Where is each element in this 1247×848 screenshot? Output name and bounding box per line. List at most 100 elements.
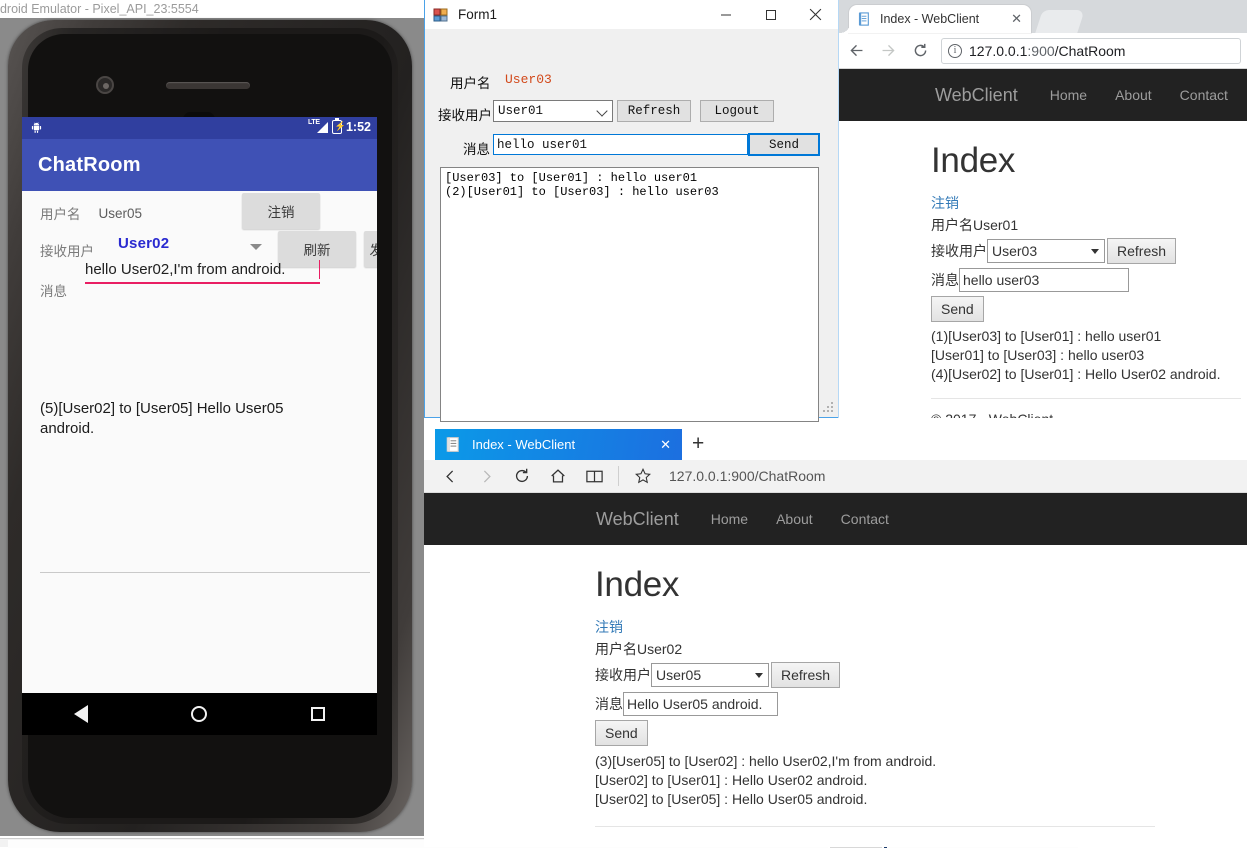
chatroom-app-body: 用户名 User05 注销 接收用户 User02 刷新 发送 消息 [22, 191, 377, 693]
message-list: (3)[User05] to [User02] : hello User02,I… [595, 752, 1155, 809]
page-favicon-icon [446, 436, 463, 453]
android-receiver-row: 接收用户 [40, 240, 94, 260]
reload-icon[interactable] [906, 36, 935, 65]
back-icon[interactable] [842, 36, 871, 65]
home-circle-icon[interactable] [191, 706, 208, 722]
app-bar-title: ChatRoom [38, 153, 141, 176]
message-item: [User02] to [User05] : Hello User05 andr… [595, 791, 868, 807]
receiver-value: User03 [992, 243, 1038, 259]
form1-title-bar[interactable]: Form1 [425, 0, 838, 30]
forward-icon[interactable] [468, 460, 504, 493]
receiver-select[interactable]: User03 [987, 239, 1105, 263]
emulator-title-bar: ndroid Emulator - Pixel_API_23:5554 [0, 0, 424, 18]
reading-view-icon[interactable] [576, 460, 612, 493]
close-button[interactable] [793, 0, 838, 30]
form1-message-input[interactable]: hello user01 [493, 134, 748, 155]
page-title: Index [595, 565, 680, 604]
page-title: Index [931, 141, 1016, 180]
android-message-value: hello User02,I'm from android. [85, 261, 286, 278]
form1-logout-button[interactable]: Logout [700, 100, 774, 122]
message-item: [User01] to [User03] : hello user03 [931, 347, 1145, 363]
form1-send-button[interactable]: Send [748, 133, 820, 156]
navbar-brand[interactable]: WebClient [935, 85, 1018, 106]
form1-refresh-button[interactable]: Refresh [617, 100, 691, 122]
refresh-icon[interactable] [504, 460, 540, 493]
recents-square-icon[interactable] [311, 707, 326, 721]
close-icon[interactable]: ✕ [1011, 11, 1022, 27]
edge-page-main: Index 注销 用户名User02 接收用户 User05 Refresh 消… [595, 565, 1155, 847]
android-logout-button[interactable]: 注销 [242, 193, 320, 229]
form1-message-log-textarea[interactable]: [User03] to [User01] : hello user01 (2)[… [440, 167, 819, 422]
navbar-brand[interactable]: WebClient [596, 509, 679, 530]
site-info-icon[interactable]: i [948, 43, 962, 58]
chrome-background-tab[interactable] [1035, 10, 1085, 33]
form1-body: 用户名 User03 接收用户 User01 Refresh Logout 消息… [425, 30, 838, 422]
status-bar-clock: 1:52 [345, 120, 371, 134]
edge-tab-strip: Index - WebClient ✕ + [424, 427, 1247, 460]
windows-taskbar-sliver[interactable] [0, 838, 1078, 848]
android-receiver-value: User02 [118, 235, 170, 252]
message-value: Hello User05 android. [627, 696, 763, 712]
android-logout-label: 注销 [267, 205, 295, 220]
message-input[interactable]: Hello User05 android. [623, 692, 778, 716]
form1-receiver-label: 接收用户 [438, 108, 492, 123]
resize-grip-icon[interactable] [823, 402, 835, 414]
logout-link[interactable]: 注销 [931, 193, 1241, 213]
send-button[interactable]: Send [595, 720, 648, 746]
refresh-button[interactable]: Refresh [771, 662, 841, 688]
edge-address-bar[interactable]: 127.0.0.1:900/ChatRoom [669, 468, 825, 484]
chrome-active-tab[interactable]: Index - WebClient ✕ [840, 5, 1031, 33]
logout-link[interactable]: 注销 [595, 617, 1155, 637]
android-send-button[interactable]: 发送 [364, 231, 377, 267]
nav-link-about[interactable]: About [776, 511, 813, 527]
send-button[interactable]: Send [931, 296, 984, 322]
chevron-down-icon [596, 105, 608, 117]
message-item: (4)[User02] to [User01] : Hello User02 a… [931, 366, 1221, 382]
status-bar-indicators: LTE ⚡ 1:52 [308, 117, 371, 135]
new-tab-button[interactable]: + [692, 433, 704, 455]
winforms-icon [433, 7, 449, 23]
nav-link-home[interactable]: Home [1050, 87, 1087, 103]
refresh-button[interactable]: Refresh [1107, 238, 1177, 264]
android-message-underline [85, 282, 320, 284]
minimize-button[interactable] [703, 0, 748, 30]
page-favicon-icon [858, 11, 873, 27]
form1-message-value: hello user01 [497, 137, 588, 152]
close-icon[interactable]: ✕ [660, 437, 671, 453]
receiver-select[interactable]: User05 [651, 663, 769, 687]
message-input[interactable]: hello user03 [959, 268, 1129, 292]
form1-username-label: 用户名 [450, 76, 491, 91]
message-item: [User02] to [User01] : Hello User02 andr… [595, 772, 868, 788]
form1-refresh-label: Refresh [627, 104, 681, 118]
edge-browser-window: Index - WebClient ✕ + 127.0.0.1:900/Chat… [424, 427, 1247, 847]
form1-log-line: (2)[User01] to [User03] : hello user03 [445, 185, 719, 199]
maximize-button[interactable] [748, 0, 793, 30]
form1-receiver-combobox[interactable]: User01 [493, 100, 613, 122]
form1-logout-label: Logout [714, 104, 760, 118]
android-emulator-window: ndroid Emulator - Pixel_API_23:5554 LTE [0, 0, 1078, 848]
chrome-tab-title: Index - WebClient [880, 12, 980, 26]
android-message-label-wrap: 消息 [40, 280, 67, 300]
receiver-label: 接收用户 [595, 667, 651, 683]
android-message-input[interactable]: hello User02,I'm from android. [85, 260, 320, 284]
edge-active-tab[interactable]: Index - WebClient ✕ [435, 429, 682, 460]
back-icon[interactable] [432, 460, 468, 493]
receiver-row: 接收用户 User05 Refresh [595, 662, 1155, 688]
nav-link-home[interactable]: Home [711, 511, 748, 527]
nav-link-contact[interactable]: Contact [1180, 87, 1228, 103]
android-receiver-spinner[interactable]: User02 [118, 235, 270, 261]
back-triangle-icon[interactable] [73, 705, 88, 723]
chrome-toolbar: i 127.0.0.1:900/ChatRoom [839, 33, 1247, 69]
forward-icon[interactable] [874, 36, 903, 65]
edge-page-content: WebClient Home About Contact Index 注销 用户… [424, 493, 1247, 847]
favorite-star-icon[interactable] [625, 460, 661, 493]
home-icon[interactable] [540, 460, 576, 493]
receiver-row: 接收用户 User03 Refresh [931, 238, 1241, 264]
android-username-label: 用户名 [40, 207, 81, 222]
android-receiver-label: 接收用户 [40, 244, 94, 259]
chrome-page-main: Index 注销 用户名User01 接收用户 User03 Refresh 消… [931, 141, 1241, 418]
signal-bars [316, 122, 328, 133]
nav-link-about[interactable]: About [1115, 87, 1152, 103]
nav-link-contact[interactable]: Contact [841, 511, 889, 527]
chrome-address-bar[interactable]: i 127.0.0.1:900/ChatRoom [941, 37, 1241, 64]
